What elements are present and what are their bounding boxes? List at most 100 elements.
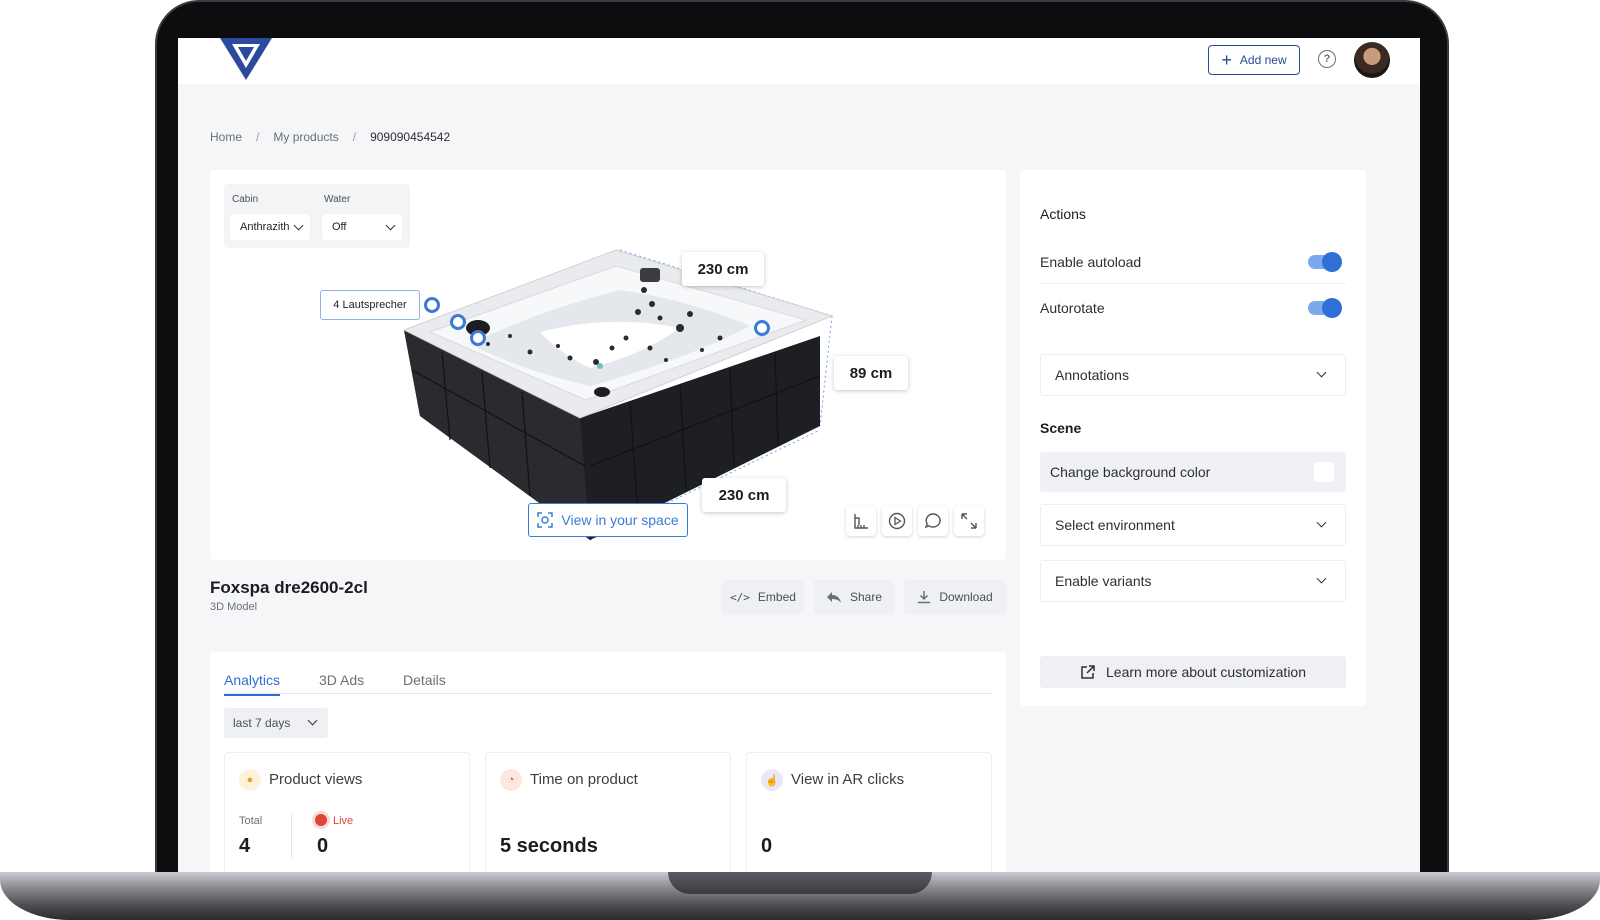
cabin-label: Cabin — [232, 194, 259, 205]
share-button[interactable]: Share — [814, 580, 894, 614]
color-swatch[interactable] — [1314, 462, 1334, 482]
play-button[interactable] — [882, 506, 912, 536]
measure-icon — [854, 514, 868, 529]
view-in-ar-button[interactable]: View in your space — [528, 503, 688, 537]
breadcrumb: Home / My products / 909090454542 — [210, 130, 450, 144]
chevron-down-icon — [293, 220, 304, 231]
water-value: Off — [332, 221, 347, 233]
period-value: last 7 days — [233, 716, 291, 730]
hand-pointer-icon: ☝ — [761, 769, 783, 791]
clock-icon: ◔ — [500, 769, 522, 791]
water-label: Water — [324, 194, 351, 205]
water-select[interactable]: Off — [322, 214, 402, 240]
total-label: Total — [239, 815, 263, 827]
actions-heading: Actions — [1040, 206, 1086, 222]
download-label: Download — [939, 590, 993, 604]
app-screen: + Add new ? Home / My products / 9090904… — [178, 38, 1420, 872]
add-new-button[interactable]: + Add new — [1208, 45, 1300, 75]
total-value: 4 — [239, 835, 251, 857]
live-label: Live — [333, 815, 354, 827]
model-viewer[interactable]: Cabin Anthrazith Water Off 4 Lautspreche… — [210, 170, 1006, 560]
live-dot-icon — [315, 814, 327, 826]
cabin-select[interactable]: Anthrazith — [230, 214, 310, 240]
scene-heading: Scene — [1040, 420, 1082, 436]
product-subtitle: 3D Model — [210, 601, 258, 613]
autorotate-row: Autorotate — [1040, 286, 1346, 330]
product-views-title: Product views — [269, 771, 363, 788]
top-bar: + Add new ? — [178, 38, 1420, 84]
variant-selectors: Cabin Anthrazith Water Off — [224, 184, 410, 248]
background-color-row[interactable]: Change background color — [1040, 452, 1346, 492]
breadcrumb-separator: / — [352, 130, 357, 144]
product-title: Foxspa dre2600-2cl — [210, 578, 368, 597]
brand-logo[interactable] — [218, 38, 274, 84]
autoload-label: Enable autoload — [1040, 253, 1142, 270]
autorotate-label: Autorotate — [1040, 300, 1105, 316]
annotation-label[interactable]: 4 Lautsprecher — [320, 290, 420, 320]
code-icon: </> — [730, 590, 750, 604]
comment-button[interactable] — [918, 506, 948, 536]
comment-icon — [924, 513, 941, 529]
laptop-notch — [668, 872, 932, 894]
annotation-hotspot[interactable] — [754, 320, 770, 336]
chevron-down-icon — [307, 715, 318, 726]
chevron-down-icon — [1316, 367, 1327, 378]
measure-button[interactable] — [846, 506, 876, 536]
embed-label: Embed — [757, 590, 796, 604]
autorotate-toggle[interactable] — [1308, 298, 1342, 318]
autoload-toggle[interactable] — [1308, 252, 1342, 272]
time-on-product-value: 5 seconds — [500, 835, 598, 857]
analytics-card: Analytics 3D Ads Details last 7 days ● P… — [210, 652, 1006, 872]
cabin-value: Anthrazith — [240, 221, 290, 233]
breadcrumb-separator: / — [256, 130, 260, 144]
environment-dropdown[interactable]: Select environment — [1040, 504, 1346, 546]
add-new-label: Add new — [1239, 53, 1287, 67]
analytics-tabs: Analytics 3D Ads Details — [224, 672, 992, 696]
environment-label: Select environment — [1055, 517, 1175, 533]
background-color-label: Change background color — [1050, 464, 1211, 480]
annotation-hotspot[interactable] — [470, 330, 486, 346]
annotations-label: Annotations — [1055, 367, 1129, 383]
breadcrumb-home[interactable]: Home — [210, 130, 242, 144]
learn-more-label: Learn more about customization — [1106, 664, 1306, 680]
autoload-row: Enable autoload — [1040, 240, 1346, 284]
tab-details[interactable]: Details — [403, 672, 446, 694]
embed-button[interactable]: </> Embed — [722, 580, 804, 614]
annotation-hotspot[interactable] — [424, 297, 440, 313]
avatar[interactable] — [1354, 42, 1390, 78]
ar-clicks-card: ☝ View in AR clicks 0 — [746, 752, 992, 872]
external-link-icon — [1081, 665, 1095, 679]
breadcrumb-products[interactable]: My products — [273, 130, 338, 144]
help-icon[interactable]: ? — [1318, 50, 1336, 68]
dimension-depth-label: 230 cm — [702, 478, 786, 512]
dimension-width-label: 230 cm — [682, 252, 764, 286]
annotation-hotspot[interactable] — [450, 314, 466, 330]
ar-clicks-value: 0 — [761, 835, 773, 857]
play-icon — [888, 512, 906, 530]
settings-panel: Actions Enable autoload Autorotate Annot… — [1020, 170, 1366, 706]
chevron-down-icon — [1316, 517, 1327, 528]
divider — [291, 813, 292, 859]
variants-dropdown[interactable]: Enable variants — [1040, 560, 1346, 602]
ar-clicks-title: View in AR clicks — [791, 771, 905, 788]
period-select[interactable]: last 7 days — [224, 708, 328, 738]
product-views-card: ● Product views Total 4 Live 0 — [224, 752, 470, 872]
expand-icon — [961, 513, 977, 529]
plus-icon: + — [1221, 50, 1232, 70]
annotations-dropdown[interactable]: Annotations — [1040, 354, 1346, 396]
tab-3d-ads[interactable]: 3D Ads — [319, 672, 364, 694]
breadcrumb-current: 909090454542 — [370, 130, 451, 144]
share-icon — [826, 592, 841, 603]
chevron-down-icon — [385, 220, 396, 231]
tab-analytics[interactable]: Analytics — [224, 672, 281, 696]
download-icon — [918, 591, 931, 604]
time-on-product-title: Time on product — [530, 771, 638, 788]
chevron-down-icon — [1316, 573, 1327, 584]
fullscreen-button[interactable] — [954, 506, 984, 536]
share-label: Share — [849, 590, 883, 604]
download-button[interactable]: Download — [904, 580, 1006, 614]
live-value: 0 — [317, 835, 329, 857]
variants-label: Enable variants — [1055, 573, 1152, 589]
time-on-product-card: ◔ Time on product 5 seconds — [485, 752, 731, 872]
learn-more-button[interactable]: Learn more about customization — [1040, 656, 1346, 688]
